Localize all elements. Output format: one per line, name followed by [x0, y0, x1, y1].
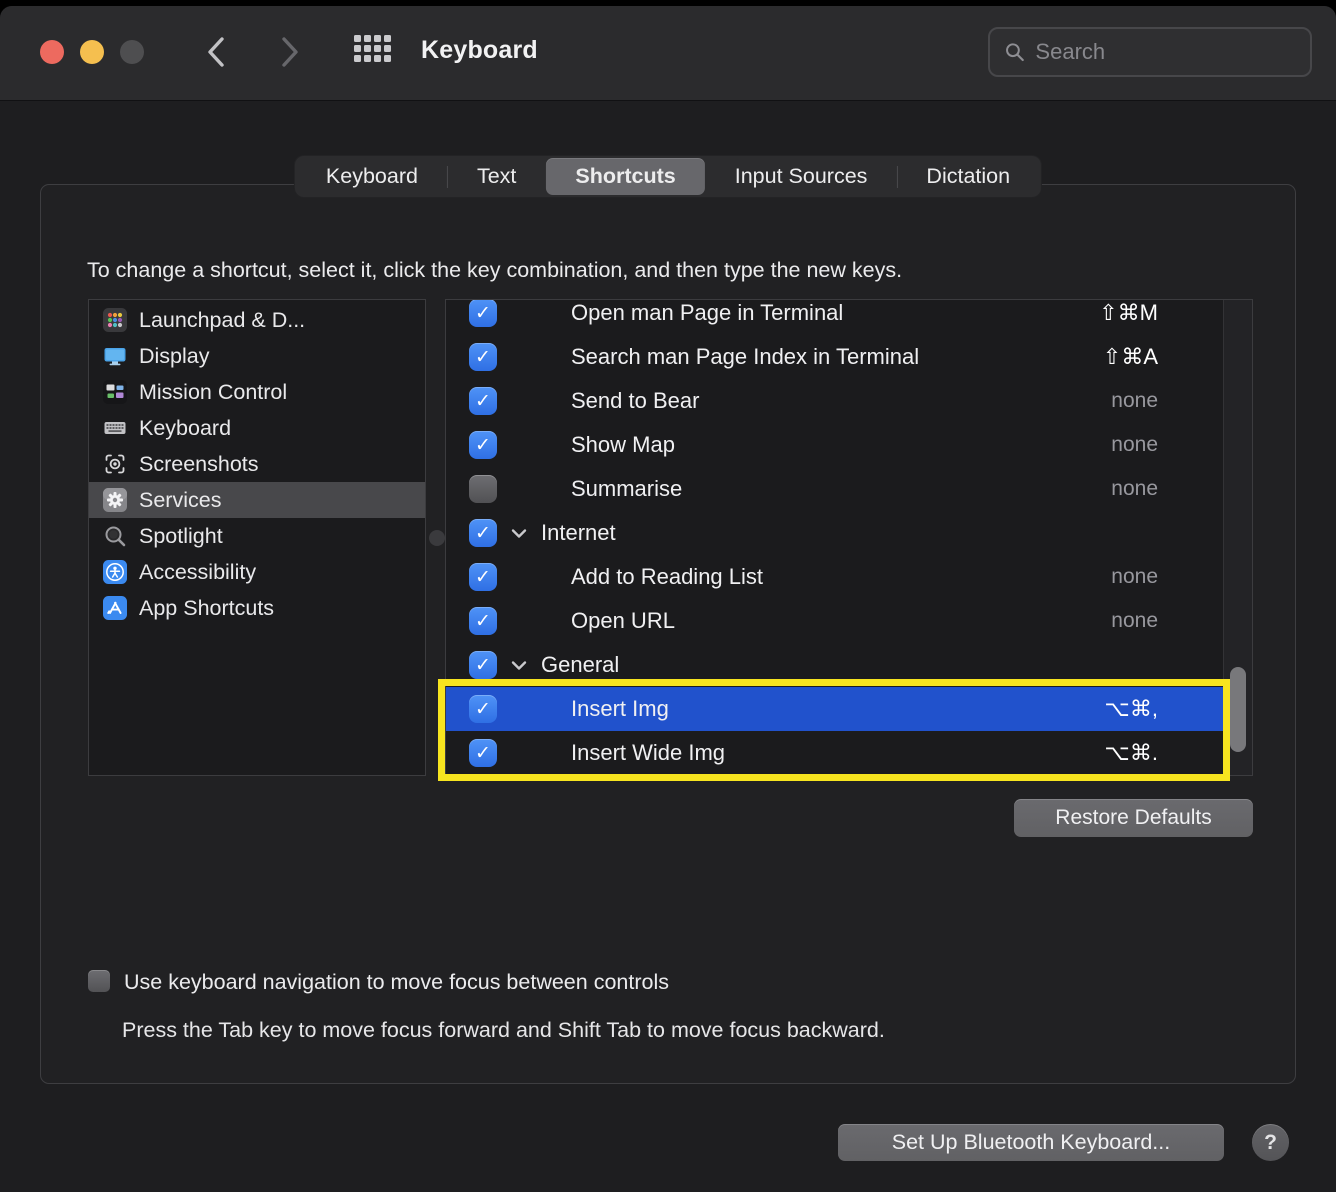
shortcut-row-show-map[interactable]: ✓ Show Map none [446, 423, 1224, 467]
display-icon [103, 344, 127, 368]
tab-keyboard[interactable]: Keyboard [297, 158, 447, 195]
sidebar-item-launchpad-dock[interactable]: Launchpad & D... [89, 302, 425, 338]
shortcut-row-insert-img[interactable]: ✓ Insert Img ⌥⌘, [446, 687, 1224, 731]
pane-splitter-handle[interactable] [429, 530, 445, 546]
tab-shortcuts[interactable]: Shortcuts [546, 158, 704, 195]
spotlight-icon [103, 524, 127, 548]
services-gear-icon [103, 488, 127, 512]
chevron-down-icon[interactable] [511, 528, 527, 539]
sidebar-item-keyboard[interactable]: Keyboard [89, 410, 425, 446]
shortcut-keys: ⇧⌘M [1099, 300, 1158, 326]
checkbox-checked[interactable]: ✓ [469, 695, 497, 723]
sidebar-item-app-shortcuts[interactable]: App Shortcuts [89, 590, 425, 626]
forward-button[interactable] [270, 32, 310, 72]
app-shortcuts-icon [103, 596, 127, 620]
search-field[interactable] [988, 27, 1312, 77]
keyboard-icon [103, 416, 127, 440]
tab-input-sources[interactable]: Input Sources [706, 158, 897, 195]
minimize-window-button[interactable] [80, 40, 104, 64]
shortcut-keys: ⇧⌘A [1103, 344, 1158, 370]
sidebar-item-screenshots[interactable]: Screenshots [89, 446, 425, 482]
launchpad-icon [103, 308, 127, 332]
sidebar-item-mission-control[interactable]: Mission Control [89, 374, 425, 410]
checkbox-checked[interactable]: ✓ [469, 343, 497, 371]
chevron-left-icon [203, 35, 229, 69]
checkbox-checked[interactable]: ✓ [469, 387, 497, 415]
shortcut-row-summarise[interactable]: Summarise none [446, 467, 1224, 511]
checkbox-checked[interactable]: ✓ [469, 607, 497, 635]
sidebar-item-spotlight[interactable]: Spotlight [89, 518, 425, 554]
shortcut-row-insert-wide-img[interactable]: ✓ Insert Wide Img ⌥⌘. [446, 731, 1224, 775]
sidebar-item-accessibility[interactable]: Accessibility [89, 554, 425, 590]
scrollbar-thumb[interactable] [1230, 667, 1246, 752]
shortcut-categories-list: Launchpad & D... Display [88, 299, 426, 776]
shortcut-row-search-man-page[interactable]: ✓ Search man Page Index in Terminal ⇧⌘A [446, 335, 1224, 379]
screenshots-icon [103, 452, 127, 476]
sidebar-item-display[interactable]: Display [89, 338, 425, 374]
chevron-right-icon [277, 35, 303, 69]
shortcut-keys: none [1111, 389, 1158, 413]
checkbox-unchecked[interactable] [469, 475, 497, 503]
title-bar: Keyboard [0, 6, 1336, 101]
keyboard-navigation-label: Use keyboard navigation to move focus be… [124, 970, 669, 995]
tab-bar: Keyboard Text Shortcuts Input Sources Di… [295, 156, 1041, 197]
zoom-window-button [120, 40, 144, 64]
keyboard-navigation-checkbox[interactable] [88, 970, 110, 992]
shortcut-keys: ⌥⌘, [1105, 696, 1158, 722]
checkbox-checked[interactable]: ✓ [469, 519, 497, 547]
close-window-button[interactable] [40, 40, 64, 64]
shortcut-group-internet[interactable]: ✓ Internet [446, 511, 1224, 555]
accessibility-icon [103, 560, 127, 584]
window-title: Keyboard [421, 36, 538, 65]
checkbox-checked[interactable]: ✓ [469, 563, 497, 591]
restore-defaults-button[interactable]: Restore Defaults [1014, 799, 1253, 837]
mission-control-icon [103, 380, 127, 404]
checkbox-checked[interactable]: ✓ [469, 739, 497, 767]
instruction-text: To change a shortcut, select it, click t… [87, 258, 902, 283]
screen: Keyboard Keyboard Text Shortcuts Input S… [0, 0, 1336, 1192]
back-button[interactable] [196, 32, 236, 72]
keyboard-preferences-window: Keyboard Keyboard Text Shortcuts Input S… [0, 6, 1336, 1192]
shortcut-keys: none [1111, 433, 1158, 457]
help-button[interactable]: ? [1252, 1124, 1289, 1161]
shortcut-keys: none [1111, 565, 1158, 589]
services-shortcuts-list: ✓ Open man Page in Terminal ⇧⌘M ✓ Search… [445, 299, 1253, 776]
search-icon [1004, 40, 1025, 64]
sidebar-item-services[interactable]: Services [89, 482, 425, 518]
shortcut-row-open-man-page[interactable]: ✓ Open man Page in Terminal ⇧⌘M [446, 299, 1224, 335]
keyboard-navigation-sublabel: Press the Tab key to move focus forward … [122, 1018, 885, 1043]
search-input[interactable] [1035, 39, 1296, 65]
shortcut-keys: ⌥⌘. [1105, 740, 1158, 766]
checkbox-checked[interactable]: ✓ [469, 651, 497, 679]
shortcut-row-send-to-bear[interactable]: ✓ Send to Bear none [446, 379, 1224, 423]
shortcut-keys: none [1111, 609, 1158, 633]
scrollbar-track[interactable] [1223, 300, 1252, 775]
chevron-down-icon[interactable] [511, 660, 527, 671]
tab-dictation[interactable]: Dictation [897, 158, 1039, 195]
shortcut-row-open-url[interactable]: ✓ Open URL none [446, 599, 1224, 643]
checkbox-checked[interactable]: ✓ [469, 431, 497, 459]
shortcut-row-add-to-reading-list[interactable]: ✓ Add to Reading List none [446, 555, 1224, 599]
set-up-bluetooth-keyboard-button[interactable]: Set Up Bluetooth Keyboard... [838, 1124, 1224, 1161]
shortcut-keys: none [1111, 477, 1158, 501]
shortcut-group-general[interactable]: ✓ General [446, 643, 1224, 687]
tab-text[interactable]: Text [448, 158, 545, 195]
checkbox-checked[interactable]: ✓ [469, 299, 497, 327]
show-all-preferences-icon[interactable] [354, 35, 392, 69]
